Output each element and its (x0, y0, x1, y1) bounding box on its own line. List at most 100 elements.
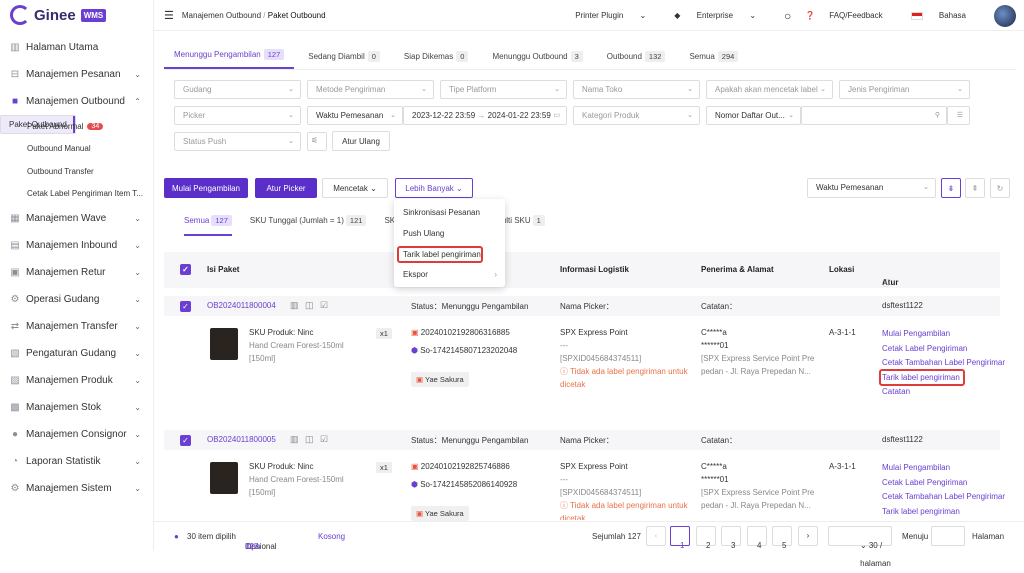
order-status: Status：Menunggu Pengambilan (411, 302, 529, 311)
language-menu[interactable]: Bahasa (910, 11, 980, 20)
edit-icon[interactable]: ☑ (320, 434, 328, 445)
nomor-daftar-select[interactable]: Nomor Daftar Out... ⌄ (706, 106, 801, 125)
sidebar-item-wave[interactable]: ▦ Manajemen Wave ⌄ (0, 205, 153, 232)
mulai-pengambilan-button[interactable]: Mulai Pengambilan (164, 178, 248, 198)
faq-link[interactable]: ❓ FAQ/Feedback (805, 11, 896, 20)
page-4[interactable]: 4 (747, 526, 767, 550)
kosong-link[interactable]: Kosong (318, 532, 345, 541)
tab-semua[interactable]: Semua 294 (679, 51, 748, 69)
page-2[interactable]: 2 (696, 526, 716, 550)
sidebar-item-operasi-gudang[interactable]: ⚙ Operasi Gudang ⌄ (0, 286, 153, 313)
tab-menunggu-pengambilan[interactable]: Menunggu Pengambilan 127 (164, 49, 295, 69)
tipe-platform-select[interactable]: Tipe Platform ⌄ (440, 80, 567, 99)
select-placeholder: Apakah akan mencetak label (715, 85, 818, 94)
printer-plugin-menu[interactable]: Printer Plugin ⌄ (575, 11, 660, 20)
sidebar-sub-outbound-transfer[interactable]: Outbound Transfer (0, 160, 153, 183)
filter-icon-button[interactable]: ⚟ (307, 132, 327, 151)
sort-select[interactable]: Waktu Pemesanan ⌄ (807, 178, 936, 198)
cetak-label-link[interactable]: Cetak Label Pengiriman (882, 476, 1005, 491)
tab-siap-dikemas[interactable]: Siap Dikemas 0 (394, 51, 479, 69)
tab-menunggu-outbound[interactable]: Menunggu Outbound 3 (482, 51, 592, 69)
breadcrumb-parent[interactable]: Manajemen Outbound (182, 11, 261, 20)
tarik-label-link[interactable]: Tarik label pengiriman (882, 505, 1005, 520)
picker-select[interactable]: Picker ⌄ (174, 106, 301, 125)
metode-pengiriman-select[interactable]: Metode Pengiriman ⌄ (307, 80, 434, 99)
sidebar-item-sistem[interactable]: ⚙ Manajemen Sistem ⌄ (0, 475, 153, 502)
lebih-banyak-button[interactable]: Lebih Banyak ⌄ (395, 178, 473, 198)
platform-icon: ⬢ (411, 480, 418, 489)
sidebar-item-transfer[interactable]: ⇄ Manajemen Transfer ⌄ (0, 313, 153, 340)
tab-sedang-diambil[interactable]: Sedang Diambil 0 (298, 51, 390, 69)
sort-desc-button[interactable]: ⇟ (941, 178, 961, 198)
nama-toko-select[interactable]: Nama Toko ⌄ (573, 80, 700, 99)
select-placeholder: Metode Pengiriman (316, 85, 386, 94)
enterprise-menu[interactable]: ◆ Enterprise ⌄ (674, 11, 770, 20)
jenis-pengiriman-select[interactable]: Jenis Pengiriman ⌄ (839, 80, 970, 99)
avatar[interactable] (994, 4, 1016, 27)
kategori-produk-select[interactable]: Kategori Produk ⌄ (573, 106, 700, 125)
sidebar-item-produk[interactable]: ▨ Manajemen Produk ⌄ (0, 367, 153, 394)
waktu-select[interactable]: Waktu Pemesanan ⌄ (307, 106, 403, 125)
date-range-picker[interactable]: 2023-12-22 23:59 → 2024-01-22 23:59 ▭ (403, 106, 567, 125)
batch-input-button[interactable]: ☰ (947, 106, 970, 125)
prev-page-button[interactable]: ‹ (646, 526, 666, 546)
cetak-tambahan-link[interactable]: Cetak Tambahan Label Pengirimar (882, 490, 1005, 505)
menu-item-push-ulang[interactable]: Push Ulang (403, 229, 444, 238)
sidebar-sub-outbound-manual[interactable]: Outbound Manual (0, 138, 153, 161)
logo[interactable]: Ginee WMS (0, 0, 153, 30)
refresh-button[interactable]: ↻ (990, 178, 1010, 198)
page-size-select[interactable]: 30 / halaman ⌄ (828, 526, 892, 568)
sidebar-item-pesanan[interactable]: ⊟ Manajemen Pesanan ⌄ (0, 61, 153, 88)
abnormal-count-badge: 34 (87, 122, 104, 130)
edit-icon[interactable]: ☑ (320, 300, 328, 311)
status-push-select[interactable]: Status Push ⌄ (174, 132, 301, 151)
package-icon[interactable]: ◫ (305, 434, 314, 445)
goto-page-input[interactable] (931, 526, 965, 546)
barcode-icon[interactable]: ▥ (290, 434, 299, 445)
sidebar-item-halaman-utama[interactable]: ▥ Halaman Utama (0, 34, 153, 61)
sidebar-item-outbound[interactable]: ■ Manajemen Outbound ⌃ (0, 88, 153, 115)
mulai-pengambilan-link[interactable]: Mulai Pengambilan (882, 327, 1005, 342)
barcode-icon[interactable]: ▥ (290, 300, 299, 311)
chevron-down-icon: ⌄ (923, 184, 929, 191)
menu-item-sinkronisasi[interactable]: Sinkronisasi Pesanan (403, 208, 480, 217)
sidebar-item-consignor[interactable]: ● Manajemen Consignor ⌄ (0, 421, 153, 448)
catatan-link[interactable]: Catatan (882, 385, 1005, 400)
search-icon[interactable]: ○ (784, 9, 791, 23)
page-1[interactable]: 1 (670, 526, 690, 550)
next-page-button[interactable]: › (798, 526, 818, 546)
sidebar-sub-paket-abnormal[interactable]: Paket Abnormal 34 (0, 115, 153, 138)
cetak-label-select[interactable]: Apakah akan mencetak label ⌄ (706, 80, 833, 99)
select-all-checkbox[interactable]: ✓ (180, 264, 191, 275)
sidebar-item-pengaturan-gudang[interactable]: ▧ Pengaturan Gudang ⌄ (0, 340, 153, 367)
tab-count: 0 (456, 51, 469, 62)
sidebar-item-retur[interactable]: ▣ Manajemen Retur ⌄ (0, 259, 153, 286)
sidebar-item-inbound[interactable]: ▤ Manajemen Inbound ⌄ (0, 232, 153, 259)
row-checkbox[interactable]: ✓ (180, 301, 191, 312)
mulai-pengambilan-link[interactable]: Mulai Pengambilan (882, 461, 1005, 476)
atur-picker-button[interactable]: Atur Picker (255, 178, 317, 198)
sidebar-item-laporan[interactable]: ◔ Laporan Statistik ⌄ (0, 448, 153, 475)
mencetak-button[interactable]: Mencetak ⌄ (322, 178, 388, 198)
calendar-icon: ▭ (553, 112, 560, 119)
subtab-sku-tunggal[interactable]: SKU Tunggal (Jumlah = 1) 121 (250, 215, 367, 236)
order-id-link[interactable]: OB2024011800004 (207, 301, 276, 310)
sidebar-item-label: Manajemen Outbound (26, 96, 125, 107)
package-icon[interactable]: ◫ (305, 300, 314, 311)
order-id-link[interactable]: OB2024011800005 (207, 435, 276, 444)
page-3[interactable]: 3 (721, 526, 741, 550)
page-5[interactable]: 5 (772, 526, 792, 550)
sidebar-item-stok[interactable]: ▩ Manajemen Stok ⌄ (0, 394, 153, 421)
subtab-semua[interactable]: Semua 127 (184, 215, 232, 236)
gudang-select[interactable]: Gudang ⌄ (174, 80, 301, 99)
nomor-search-input[interactable]: ⚲ (801, 106, 947, 125)
cetak-label-link[interactable]: Cetak Label Pengiriman (882, 342, 1005, 357)
status-tabs: Menunggu Pengambilan 127 Sedang Diambil 0 … (164, 40, 1016, 70)
menu-item-ekspor[interactable]: Ekspor › (403, 270, 497, 279)
sort-asc-button[interactable]: ⇞ (965, 178, 985, 198)
reset-button[interactable]: Atur Ulang (332, 131, 390, 151)
tab-outbound[interactable]: Outbound 132 (597, 51, 676, 69)
row-checkbox[interactable]: ✓ (180, 435, 191, 446)
sidebar-sub-cetak-label[interactable]: Cetak Label Pengiriman Item T... (0, 183, 153, 206)
menu-toggle-icon[interactable]: ☰ (164, 9, 174, 22)
